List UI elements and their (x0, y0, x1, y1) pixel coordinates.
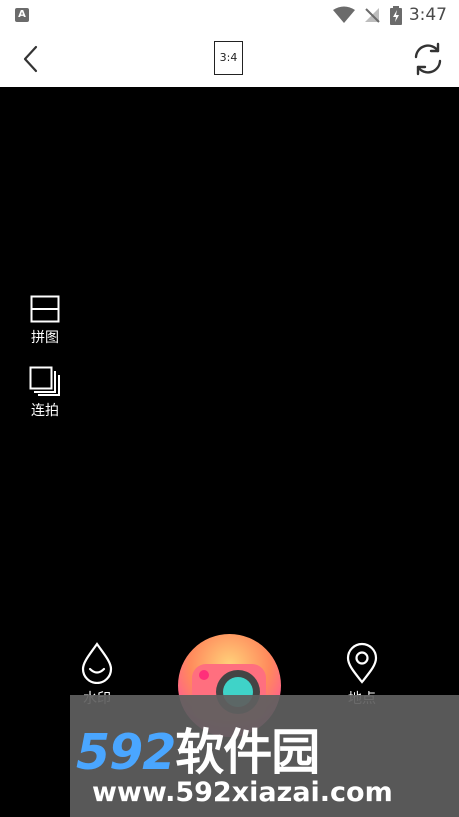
camera-switch-icon[interactable] (410, 41, 446, 77)
collage-label: 拼图 (31, 330, 59, 346)
collage-icon (30, 295, 60, 323)
collage-button[interactable]: 拼图 (24, 295, 66, 347)
app-badge: A (15, 8, 29, 22)
watermark-brand-number: 592 (76, 724, 176, 781)
status-bar: A 3:47 (0, 0, 459, 31)
aspect-ratio-button[interactable]: 3:4 (214, 41, 243, 75)
burst-icon (29, 366, 60, 396)
burst-label: 连拍 (31, 403, 59, 419)
watermark-drop-icon (81, 642, 113, 685)
watermark-url: www.592xiazai.com (92, 777, 393, 808)
no-signal-icon (365, 8, 380, 23)
clock: 3:47 (408, 5, 447, 25)
top-toolbar: 3:4 (0, 31, 459, 87)
watermark-brand-text: 软件园 (175, 724, 320, 781)
location-pin-icon (346, 642, 378, 684)
chevron-left-icon[interactable] (18, 45, 46, 73)
watermark-brand: 592软件园 (76, 713, 320, 784)
burst-button[interactable]: 连拍 (24, 366, 66, 420)
watermark-overlay: 592软件园 www.592xiazai.com (70, 695, 459, 817)
battery-charging-icon (390, 6, 402, 25)
wifi-icon (333, 6, 355, 23)
